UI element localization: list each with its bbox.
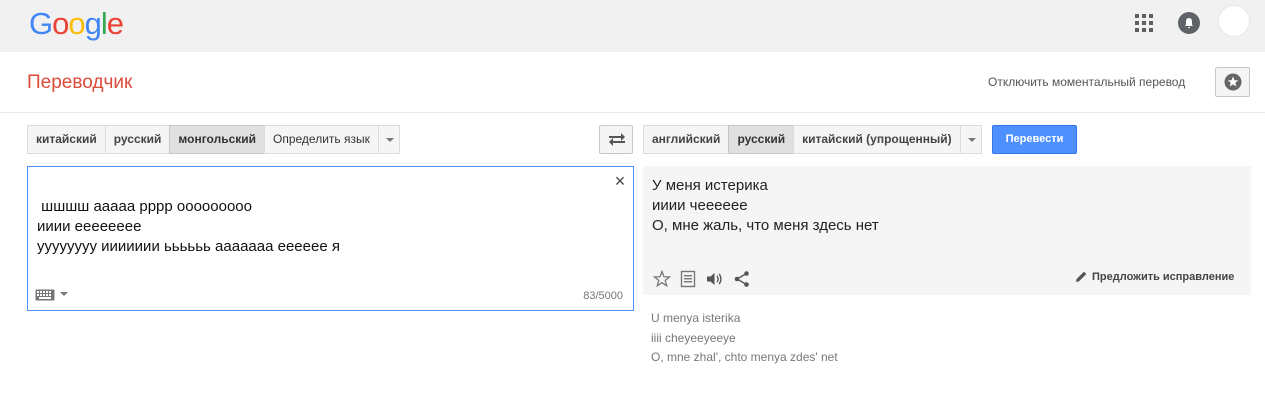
phrasebook-button[interactable] [1215,67,1250,97]
star-outline-icon[interactable] [653,270,671,288]
logo-letter: G [29,6,53,41]
char-counter: 83/5000 [583,290,623,302]
target-language-bar: английский русский китайский (упрощенный… [643,125,982,154]
suggest-edit-button[interactable]: Предложить исправление [1075,270,1234,283]
target-lang-english[interactable]: английский [643,125,730,154]
swap-icon [609,133,625,146]
target-lang-chinese-simplified[interactable]: китайский (упрощенный) [793,125,961,154]
star-icon [1224,73,1242,91]
pencil-icon [1076,271,1087,282]
source-lang-russian[interactable]: русский [104,125,171,154]
target-lang-russian[interactable]: русский [728,125,795,154]
page-title[interactable]: Переводчик [27,72,132,94]
clear-icon[interactable]: × [612,172,628,190]
logo-letter: o [52,6,69,41]
result-panel: У меня истерика ииии чееееее О, мне жаль… [643,166,1251,295]
target-lang-dropdown[interactable] [959,125,982,154]
bell-icon[interactable] [1178,12,1200,34]
source-lang-dropdown[interactable] [377,125,400,154]
logo-letter: e [106,6,124,41]
instant-translation-toggle[interactable]: Отключить моментальный перевод [988,75,1185,89]
transliteration: U menya isterika iiii cheyeeyeeye O, mne… [651,311,838,364]
logo-letter: o [68,6,85,41]
translate-button[interactable]: Перевести [992,125,1077,154]
header-divider [0,112,1265,113]
translation-text: У меня истерика ииии чееееее О, мне жаль… [652,177,879,234]
source-language-bar: китайский русский монгольский Определить… [27,125,400,154]
source-lang-mongolian[interactable]: монгольский [169,125,266,154]
apps-grid-icon[interactable] [1135,14,1153,32]
avatar[interactable] [1218,5,1250,37]
source-lang-detect[interactable]: Определить язык [264,125,379,154]
logo-letter: g [84,6,102,41]
keyboard-dropdown-icon[interactable] [60,292,68,296]
swap-languages-button[interactable] [599,125,633,154]
source-lang-chinese[interactable]: китайский [27,125,106,154]
copy-icon[interactable] [680,270,696,288]
keyboard-icon[interactable] [35,289,55,301]
top-bar: Google [0,0,1265,52]
source-text-area[interactable]: шшшш ааааа рррр ооооооооо ииии ееееееее … [27,166,634,311]
speaker-icon[interactable] [705,270,723,288]
google-logo[interactable]: Google [29,6,124,42]
share-icon[interactable] [733,270,751,288]
suggest-edit-label: Предложить исправление [1092,270,1235,283]
source-text[interactable]: шшшш ааааа рррр ооооооооо ииии ееееееее … [37,197,340,257]
